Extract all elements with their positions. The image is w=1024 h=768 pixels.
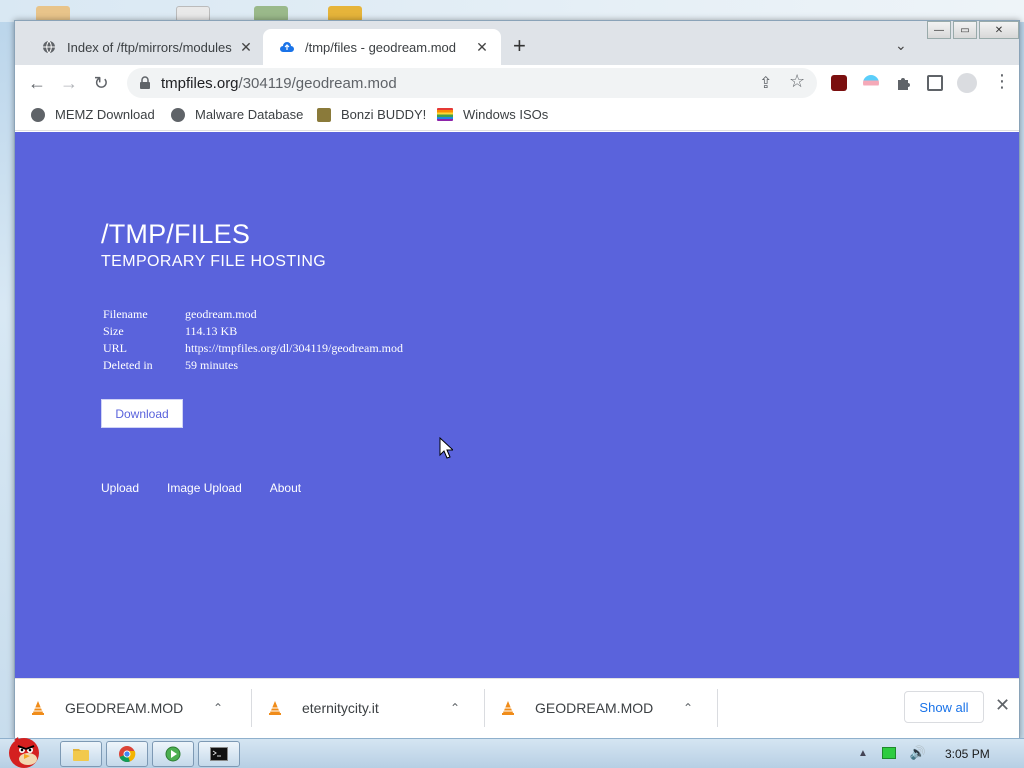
vlc-cone-icon bbox=[269, 701, 281, 715]
lock-icon[interactable] bbox=[139, 76, 151, 90]
new-tab-button[interactable]: + bbox=[513, 35, 526, 57]
info-value[interactable]: https://tmpfiles.org/dl/304119/geodream.… bbox=[185, 341, 403, 358]
chevron-up-icon[interactable]: ⌃ bbox=[213, 701, 223, 715]
about-link[interactable]: About bbox=[270, 481, 301, 495]
taskbar-cmd-button[interactable] bbox=[198, 741, 240, 767]
info-key: URL bbox=[103, 341, 127, 355]
globe-icon bbox=[31, 107, 45, 122]
info-value: 114.13 KB bbox=[185, 324, 238, 338]
image-upload-link[interactable]: Image Upload bbox=[167, 481, 242, 495]
bookmark-malware-database[interactable]: Malware Database bbox=[171, 107, 303, 122]
globe-icon bbox=[41, 39, 57, 55]
chevron-up-icon[interactable]: ⌃ bbox=[683, 701, 693, 715]
system-tray: ▲ 🔊 bbox=[858, 745, 926, 761]
profile-avatar-icon[interactable] bbox=[957, 73, 977, 93]
side-panel-icon[interactable] bbox=[927, 75, 943, 91]
info-key: Deleted in bbox=[103, 358, 153, 372]
volume-icon[interactable]: 🔊 bbox=[910, 745, 926, 761]
info-row-url: URL https://tmpfiles.org/dl/304119/geodr… bbox=[103, 341, 403, 358]
footer-nav: Upload Image Upload About bbox=[101, 481, 301, 495]
bookmark-label: Windows ISOs bbox=[463, 107, 549, 122]
bookmark-bonzi-buddy[interactable]: Bonzi BUDDY! bbox=[317, 107, 426, 122]
start-button-angry-bird-icon[interactable] bbox=[0, 731, 48, 768]
upload-link[interactable]: Upload bbox=[101, 481, 139, 495]
address-bar[interactable]: tmpfiles.org/304119/geodream.mod bbox=[127, 68, 817, 98]
divider bbox=[717, 689, 718, 727]
back-button[interactable]: ← bbox=[27, 73, 47, 93]
download-item[interactable]: eternitycity.it ⌃ bbox=[252, 679, 460, 737]
maximize-button[interactable]: ▭ bbox=[953, 21, 977, 39]
tab-tmpfiles[interactable]: /tmp/files - geodream.mod ✕ bbox=[263, 29, 501, 65]
reload-button[interactable]: ↻ bbox=[91, 73, 111, 93]
minimize-button[interactable]: — bbox=[927, 21, 951, 39]
globe-icon bbox=[171, 107, 185, 122]
browser-menu-icon[interactable]: ⋮ bbox=[993, 71, 1011, 92]
clock[interactable]: 3:05 PM bbox=[945, 747, 990, 761]
forward-button[interactable]: → bbox=[59, 73, 79, 93]
site-subtitle: TEMPORARY FILE HOSTING bbox=[101, 253, 327, 270]
windows-flag-icon bbox=[437, 108, 453, 121]
chevron-up-icon[interactable]: ⌃ bbox=[450, 701, 460, 715]
share-icon[interactable]: ⇪ bbox=[759, 73, 772, 93]
taskbar-chrome-button[interactable] bbox=[106, 741, 148, 767]
info-row-filename: Filename geodream.mod bbox=[103, 307, 403, 324]
url-host: tmpfiles.org bbox=[161, 74, 239, 92]
close-tab-icon[interactable]: ✕ bbox=[237, 39, 255, 56]
download-button[interactable]: Download bbox=[101, 399, 183, 428]
browser-toolbar: ← → ↻ tmpfiles.org/304119/geodream.mod ⇪… bbox=[15, 65, 1019, 101]
tab-title: /tmp/files - geodream.mod bbox=[305, 39, 457, 55]
bookmark-windows-isos[interactable]: Windows ISOs bbox=[437, 107, 548, 122]
chrome-icon bbox=[119, 746, 136, 762]
folder-icon bbox=[73, 749, 89, 761]
downloads-bar: GEODREAM.MOD ⌃ eternitycity.it ⌃ GEODREA… bbox=[15, 678, 1019, 739]
info-value: 59 minutes bbox=[185, 358, 238, 372]
command-prompt-icon bbox=[210, 747, 228, 761]
bookmark-label: MEMZ Download bbox=[55, 107, 155, 122]
taskbar-explorer-button[interactable] bbox=[60, 741, 102, 767]
bookmark-label: Malware Database bbox=[195, 107, 304, 122]
info-value: geodream.mod bbox=[185, 307, 257, 321]
ublock-icon[interactable] bbox=[831, 75, 847, 91]
network-icon[interactable] bbox=[881, 747, 896, 759]
desktop-background bbox=[0, 0, 1024, 22]
download-filename: GEODREAM.MOD bbox=[65, 700, 184, 716]
media-player-icon bbox=[165, 746, 181, 762]
vlc-cone-icon bbox=[502, 701, 514, 715]
info-row-deleted-in: Deleted in 59 minutes bbox=[103, 358, 403, 375]
tab-search-icon[interactable]: ⌄ bbox=[895, 37, 907, 54]
mouse-cursor-icon bbox=[439, 437, 453, 459]
browser-window: Index of /ftp/mirrors/modules ✕ /tmp/fil… bbox=[14, 20, 1020, 740]
tab-strip: Index of /ftp/mirrors/modules ✕ /tmp/fil… bbox=[15, 21, 1019, 65]
close-window-button[interactable]: ✕ bbox=[979, 21, 1019, 39]
show-all-downloads-button[interactable]: Show all bbox=[904, 691, 984, 723]
page-content: /TMP/FILES TEMPORARY FILE HOSTING Filena… bbox=[15, 132, 1019, 678]
vlc-cone-icon bbox=[32, 701, 44, 715]
file-info-table: Filename geodream.mod Size 114.13 KB URL… bbox=[103, 307, 403, 375]
download-filename: GEODREAM.MOD bbox=[535, 700, 654, 716]
info-key: Filename bbox=[103, 307, 148, 321]
tray-expand-icon[interactable]: ▲ bbox=[858, 748, 868, 759]
info-key: Size bbox=[103, 324, 124, 338]
close-downloads-bar-icon[interactable]: ✕ bbox=[995, 695, 1010, 716]
bookmark-label: Bonzi BUDDY! bbox=[341, 107, 427, 122]
bookmark-star-icon[interactable]: ☆ bbox=[789, 71, 805, 92]
extension-flag-icon[interactable] bbox=[863, 75, 879, 91]
url-path: /304119/geodream.mod bbox=[238, 74, 397, 92]
download-filename: eternitycity.it bbox=[302, 700, 379, 716]
site-title: /TMP/FILES bbox=[101, 219, 251, 249]
tab-ftp-index[interactable]: Index of /ftp/mirrors/modules ✕ bbox=[25, 29, 265, 65]
extensions-puzzle-icon[interactable] bbox=[895, 75, 911, 91]
info-row-size: Size 114.13 KB bbox=[103, 324, 403, 341]
taskbar: ▲ 🔊 3:05 PM bbox=[0, 737, 1024, 768]
tab-title: Index of /ftp/mirrors/modules bbox=[67, 39, 232, 55]
close-tab-icon[interactable]: ✕ bbox=[473, 39, 491, 56]
download-item[interactable]: GEODREAM.MOD ⌃ bbox=[15, 679, 223, 737]
bookmark-memz[interactable]: MEMZ Download bbox=[31, 107, 155, 122]
bonzi-icon bbox=[317, 107, 331, 122]
bookmarks-bar: MEMZ Download Malware Database Bonzi BUD… bbox=[15, 101, 1019, 131]
taskbar-media-button[interactable] bbox=[152, 741, 194, 767]
cloud-upload-icon bbox=[279, 39, 295, 55]
download-item[interactable]: GEODREAM.MOD ⌃ bbox=[485, 679, 693, 737]
